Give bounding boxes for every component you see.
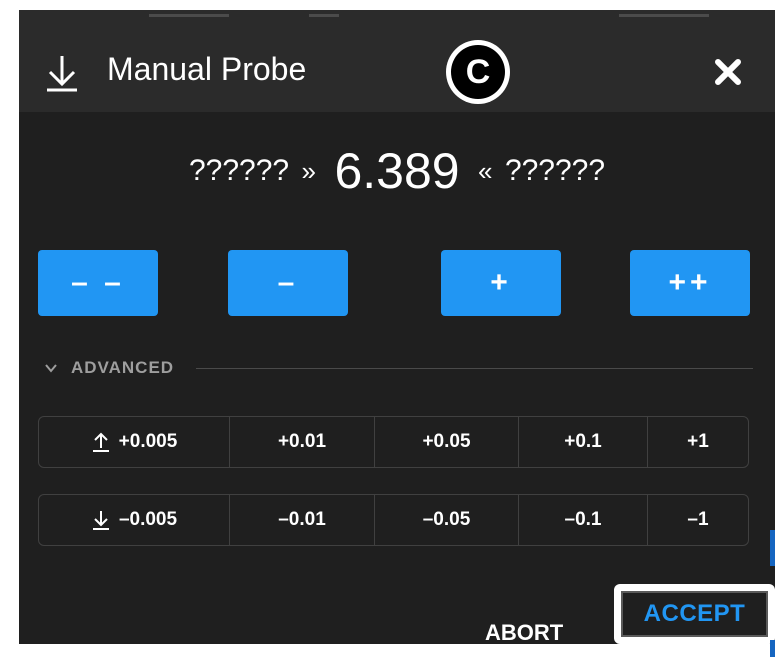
- probe-badge: C: [446, 40, 510, 104]
- abort-button[interactable]: ABORT: [485, 620, 563, 644]
- manual-probe-dialog: Manual Probe C ?????? » 6.389 « ?????? –…: [19, 10, 775, 644]
- close-icon[interactable]: [709, 53, 747, 91]
- offset-down-button[interactable]: –0.1: [519, 495, 648, 545]
- offset-up-button[interactable]: +0.005: [39, 417, 230, 467]
- edge-accent-bar: [770, 640, 775, 657]
- readout-value: 6.389: [334, 143, 460, 199]
- offset-up-button[interactable]: +0.1: [519, 417, 648, 467]
- arrow-up-icon: [92, 432, 109, 452]
- offset-down-button[interactable]: –1: [648, 495, 748, 545]
- offset-up-button[interactable]: +1: [648, 417, 748, 467]
- edge-accent-bar: [770, 530, 775, 566]
- readout-right-chevron: «: [478, 155, 493, 186]
- partial-toolbar-strip: [19, 10, 775, 19]
- arrow-down-icon: [92, 511, 109, 530]
- coarse-up-button[interactable]: ++: [630, 250, 750, 316]
- accept-button-highlight: ACCEPT: [614, 584, 775, 644]
- arrow-down-icon: [47, 56, 77, 92]
- probe-readout: ?????? » 6.389 « ??????: [19, 142, 775, 200]
- offset-down-button[interactable]: –0.05: [375, 495, 519, 545]
- advanced-divider: [196, 367, 753, 369]
- offset-up-button[interactable]: +0.01: [230, 417, 375, 467]
- readout-right-text: ??????: [504, 154, 606, 187]
- offset-up-label: +0.005: [118, 431, 178, 452]
- offset-up-button[interactable]: +0.05: [375, 417, 519, 467]
- advanced-label: ADVANCED: [71, 358, 175, 377]
- offset-up-row: +0.005 +0.01 +0.05 +0.1 +1: [38, 416, 749, 468]
- dialog-header: Manual Probe C: [19, 19, 775, 112]
- advanced-toggle[interactable]: ADVANCED: [43, 353, 753, 383]
- fine-up-button[interactable]: +: [441, 250, 561, 316]
- fine-down-button[interactable]: –: [228, 250, 348, 316]
- offset-down-row: –0.005 –0.01 –0.05 –0.1 –1: [38, 494, 749, 546]
- badge-letter: C: [451, 45, 505, 99]
- dialog-title: Manual Probe: [107, 51, 307, 87]
- accept-button[interactable]: ACCEPT: [621, 591, 768, 637]
- coarse-down-button[interactable]: – –: [38, 250, 158, 316]
- chevron-down-icon: [45, 364, 57, 373]
- offset-down-button[interactable]: –0.005: [39, 495, 230, 545]
- readout-left-text: ??????: [188, 154, 290, 187]
- offset-down-label: –0.005: [118, 509, 178, 530]
- readout-left-chevron: »: [301, 155, 316, 186]
- offset-down-button[interactable]: –0.01: [230, 495, 375, 545]
